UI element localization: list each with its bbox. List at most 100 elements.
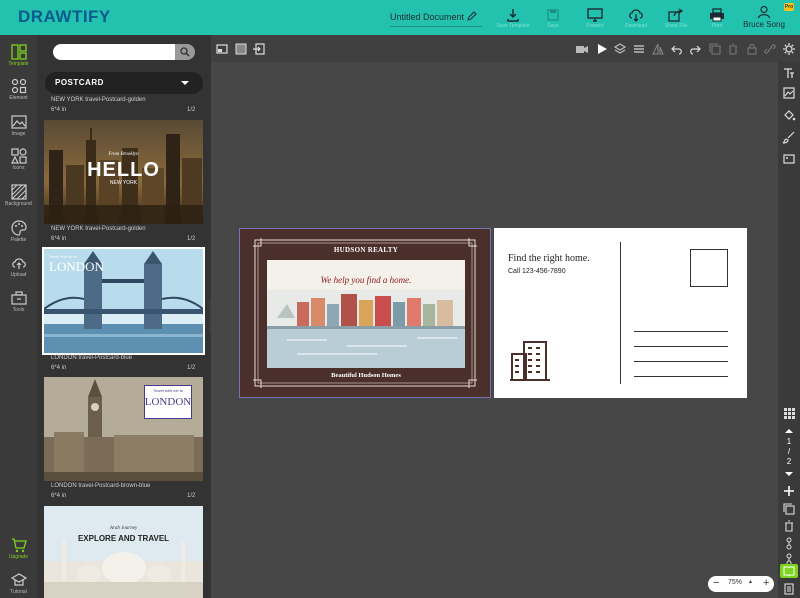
share-file-button[interactable]: Share File	[656, 8, 696, 34]
template-search-input[interactable]	[53, 44, 193, 60]
mosque-image	[44, 506, 203, 598]
back-divider	[620, 242, 621, 384]
rail-tools[interactable]: Tools	[0, 287, 37, 321]
rail-icons[interactable]: Icons	[0, 145, 37, 179]
zoom-in-button[interactable]: +	[763, 577, 769, 589]
search-button[interactable]	[175, 44, 195, 60]
undo-icon[interactable]	[670, 42, 684, 56]
palette-icon	[10, 220, 27, 236]
rail-background[interactable]: Background	[0, 181, 37, 215]
drawtify-app: DRAWTIFY Untitled Document Save Template…	[0, 0, 800, 598]
rail-image[interactable]: Image	[0, 111, 37, 145]
notes-icon[interactable]	[782, 582, 796, 596]
zoom-level[interactable]: 75%	[728, 579, 742, 586]
add-page-icon[interactable]	[782, 484, 796, 498]
download-button[interactable]: Download	[616, 8, 656, 34]
picture-icon[interactable]	[782, 152, 796, 166]
shapes-icon	[10, 148, 27, 164]
template-size: 6*4 in	[51, 236, 67, 242]
back-headline[interactable]: Find the right home.	[508, 253, 590, 264]
zoom-out-button[interactable]: −	[713, 577, 719, 589]
template-name: NEW YORK travel-Postcard-golden	[51, 97, 146, 103]
cloud-download-icon	[629, 9, 643, 22]
copy-icon[interactable]	[708, 42, 722, 56]
duplicate-page-icon[interactable]	[782, 502, 796, 516]
gear-icon[interactable]	[782, 42, 796, 56]
template-pages: 1/2	[187, 107, 196, 113]
address-line	[634, 376, 728, 377]
back-phone[interactable]: Call 123-456-7890	[508, 268, 566, 275]
document-title[interactable]: Untitled Document	[390, 12, 464, 22]
template-thumb-london-blue[interactable]: Travel with me to LONDON	[42, 247, 205, 355]
front-footer-text[interactable]: Beautiful Hudson Homes	[240, 372, 492, 379]
category-dropdown[interactable]: POSTCARD	[45, 72, 203, 94]
book-icon	[783, 566, 795, 576]
drawtify-logo[interactable]: DRAWTIFY	[18, 7, 111, 27]
stamp-box[interactable]	[690, 249, 728, 287]
text-icon[interactable]	[782, 66, 796, 80]
front-tagline[interactable]: We help you find a home.	[267, 275, 465, 285]
rail-upgrade[interactable]: Upgrade	[0, 534, 37, 568]
address-line	[634, 361, 728, 362]
book-view-button[interactable]	[780, 564, 798, 578]
template-thumb-newyork[interactable]: From Brooklyn HELLO NEW YORK	[44, 120, 203, 224]
layers-icon[interactable]	[613, 42, 627, 56]
template-name: NEW YORK travel-Postcard-golden	[51, 226, 146, 232]
color-swatch-icon[interactable]	[234, 42, 248, 56]
top-header: DRAWTIFY Untitled Document Save Template…	[0, 0, 800, 35]
postcard-front[interactable]: HUDSON REALTY We help you find a home. B…	[239, 228, 491, 398]
play-icon[interactable]	[595, 42, 609, 56]
canvas-toolbar	[211, 35, 800, 62]
template-name: LONDON travel-Postcard-blue	[51, 355, 133, 361]
fit-screen-icon[interactable]	[215, 42, 229, 56]
present-button[interactable]: Present	[575, 8, 615, 34]
exit-icon[interactable]	[252, 42, 266, 56]
template-thumb-arab-journey[interactable]: Arab Journey EXPLORE AND TRAVEL	[44, 506, 203, 598]
postcard-back[interactable]: Find the right home. Call 123-456-7890	[494, 228, 747, 398]
delete-page-icon[interactable]	[782, 519, 796, 533]
cart-icon	[11, 538, 27, 553]
print-icon	[710, 8, 724, 22]
video-icon[interactable]	[575, 42, 589, 56]
brush-icon[interactable]	[782, 130, 796, 144]
trash-icon[interactable]	[726, 42, 740, 56]
brand-name[interactable]: HUDSON REALTY	[240, 246, 492, 254]
template-icon	[10, 44, 27, 60]
template-pages: 1/2	[187, 365, 196, 371]
save-template-button[interactable]: Save Template	[493, 8, 533, 34]
user-account-button[interactable]: Bruce Song	[738, 5, 790, 29]
move-up-icon[interactable]	[782, 536, 796, 550]
align-icon[interactable]	[632, 42, 646, 56]
flip-icon[interactable]	[651, 42, 665, 56]
chevron-down-icon	[181, 81, 189, 85]
template-name: LONDON travel-Postcard-brown-blue	[51, 483, 151, 489]
grid-icon[interactable]	[782, 406, 796, 420]
template-thumb-london-brown[interactable]: Travel with me to LONDON	[44, 377, 203, 481]
pencil-icon[interactable]	[466, 10, 478, 22]
rail-upload[interactable]: Upload	[0, 252, 37, 286]
save-button[interactable]: Save	[533, 8, 573, 34]
left-tool-rail: Template Element Image Icons Background …	[0, 35, 37, 598]
title-underline	[390, 26, 482, 27]
user-icon	[757, 5, 771, 19]
redo-icon[interactable]	[688, 42, 702, 56]
rail-palette[interactable]: Palette	[0, 217, 37, 251]
template-pages: 1/2	[187, 236, 196, 242]
chevron-down-icon[interactable]	[782, 467, 796, 481]
building-icon[interactable]	[510, 340, 550, 382]
paint-bucket-icon[interactable]	[782, 108, 796, 122]
rail-template[interactable]: Template	[0, 41, 37, 75]
link-icon[interactable]	[763, 42, 777, 56]
template-pages: 1/2	[187, 493, 196, 499]
lock-icon[interactable]	[745, 42, 759, 56]
rail-tutorial[interactable]: Tutorial	[0, 569, 37, 598]
print-button[interactable]: Print	[697, 8, 737, 34]
cloud-upload-icon	[11, 258, 26, 269]
monitor-icon	[587, 8, 603, 22]
rail-element[interactable]: Element	[0, 75, 37, 109]
toolbox-icon	[10, 291, 27, 305]
chevron-up-icon[interactable]	[782, 424, 796, 438]
pro-badge: Pro	[784, 3, 794, 11]
image-edit-icon[interactable]	[782, 86, 796, 100]
zoom-caret-icon[interactable]: ▲	[748, 579, 753, 585]
